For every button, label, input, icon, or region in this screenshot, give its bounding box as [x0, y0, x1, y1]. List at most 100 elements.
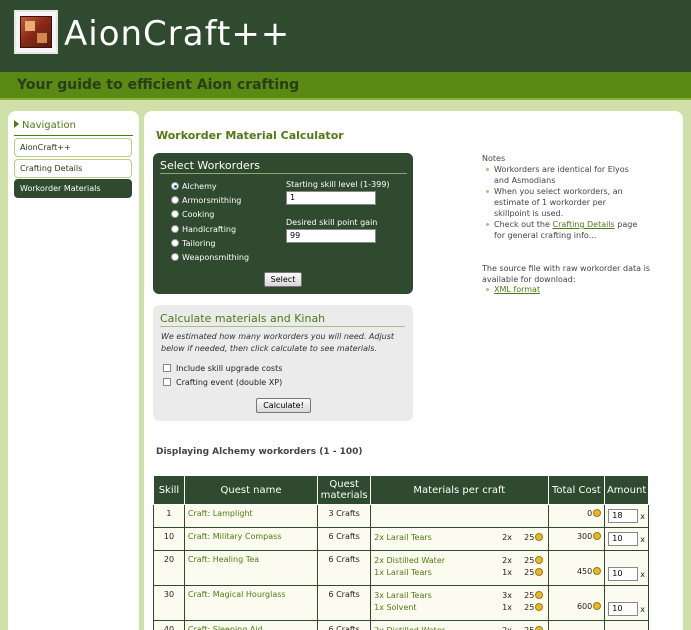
material-name[interactable]: 1x Solvent	[374, 603, 416, 612]
divider	[160, 326, 405, 327]
radio-icon[interactable]	[171, 253, 179, 261]
material-cost: 25	[524, 590, 544, 602]
sidebar-item-workorder-materials[interactable]: Workorder Materials	[14, 179, 132, 198]
checkbox-icon[interactable]	[163, 378, 171, 386]
material-line: 2x Distilled Water 2x 25	[374, 625, 544, 630]
material-name[interactable]: 2x Distilled Water	[374, 556, 445, 565]
material-cost: 25	[524, 567, 544, 579]
site-logo[interactable]	[14, 10, 58, 54]
skill-gain-label: Desired skill point gain	[286, 218, 378, 227]
material-line: 2x Larail Tears 2x 25	[374, 532, 544, 544]
skill-gain-input[interactable]: 99	[286, 229, 376, 243]
kinah-coin-icon	[593, 509, 602, 517]
table-caption: Displaying Alchemy workorders (1 - 100)	[156, 447, 363, 457]
checkbox-crafting-event[interactable]: Crafting event (double XP)	[163, 378, 282, 387]
workorder-table: Skill Quest name Quest materials Materia…	[153, 475, 649, 630]
radio-alchemy[interactable]: Alchemy	[171, 182, 217, 194]
cell-amount: 10x	[604, 620, 649, 630]
bullet-icon	[486, 223, 489, 226]
radio-weaponsmithing[interactable]: Weaponsmithing	[171, 253, 249, 265]
checkbox-skill-upgrade[interactable]: Include skill upgrade costs	[163, 364, 282, 373]
cell-skill: 30	[153, 585, 185, 621]
radio-tailoring[interactable]: Tailoring	[171, 239, 215, 251]
cell-skill: 10	[153, 527, 185, 551]
amount-suffix: x	[640, 511, 645, 521]
material-cost: 25	[524, 602, 544, 614]
table-row: 10 Craft: Military Compass 6 Crafts 2x Lara…	[153, 527, 649, 551]
cell-materials: 2x Larail Tears 2x 25	[370, 527, 549, 551]
cell-quest-materials: 6 Crafts	[317, 620, 372, 630]
quest-link[interactable]: Craft: Healing Tea	[188, 555, 259, 564]
quest-link[interactable]: Craft: Lamplight	[188, 509, 253, 518]
cell-skill: 1	[153, 504, 185, 528]
radio-icon[interactable]	[171, 225, 179, 233]
cell-quest-materials: 3 Crafts	[317, 504, 372, 528]
crafting-cube-icon	[20, 16, 52, 48]
radio-icon[interactable]	[171, 210, 179, 218]
radio-icon[interactable]	[171, 196, 179, 204]
bullet-icon	[486, 288, 489, 291]
material-qty: 2x	[502, 625, 512, 630]
amount-input[interactable]: 10	[608, 602, 639, 616]
radio-armorsmithing[interactable]: Armorsmithing	[171, 196, 241, 208]
cell-materials: 2x Distilled Water2x251x Scorpin Poison …	[370, 620, 549, 630]
quest-link[interactable]: Craft: Military Compass	[188, 532, 282, 541]
cell-materials: 2x Distilled Water 2x 25 1x Larail Tears 1x 2…	[370, 550, 549, 586]
cell-quest-materials: 6 Crafts	[317, 585, 372, 621]
cell-skill: 40	[153, 620, 185, 630]
note-item: Workorders are identical for Elyos and A…	[486, 164, 644, 186]
col-header-materials-per-craft: Materials per craft	[370, 475, 549, 505]
calculate-description: We estimated how many workorders you wil…	[161, 332, 395, 353]
sidebar-item-home[interactable]: AionCraft++	[14, 138, 132, 157]
starting-skill-input[interactable]: 1	[286, 191, 376, 205]
tagline-bar: Your guide to efficient Aion crafting	[0, 72, 691, 100]
cell-quest-name: Craft: Lamplight	[183, 504, 319, 528]
page-title: Workorder Material Calculator	[156, 129, 344, 142]
kinah-coin-icon	[593, 602, 602, 610]
cell-total-cost: 600	[547, 620, 606, 630]
radio-handicrafting[interactable]: Handicrafting	[171, 225, 236, 237]
bullet-icon	[486, 190, 489, 193]
source-text: The source file with raw workorder data …	[482, 264, 650, 284]
note-item: Check out the Crafting Details page for …	[486, 219, 644, 241]
material-line: 3x Larail Tears 3x 25	[374, 590, 544, 602]
sidebar-item-crafting-details[interactable]: Crafting Details	[14, 159, 132, 178]
cell-amount: 10x	[604, 527, 649, 551]
kinah-coin-icon	[535, 568, 544, 576]
cell-amount: 10x	[604, 585, 649, 621]
radio-selected-icon[interactable]	[171, 182, 179, 190]
navigation-heading: Navigation	[14, 120, 76, 131]
material-name[interactable]: 2x Distilled Water	[374, 626, 445, 630]
quest-link[interactable]: Craft: Sleeping Aid	[188, 625, 263, 630]
tagline: Your guide to efficient Aion crafting	[17, 77, 300, 93]
kinah-coin-icon	[593, 532, 602, 540]
material-name[interactable]: 1x Larail Tears	[374, 568, 432, 577]
material-line: 1x Solvent 1x 25	[374, 602, 544, 614]
amount-suffix: x	[640, 604, 645, 614]
quest-link[interactable]: Craft: Magical Hourglass	[188, 590, 286, 599]
amount-input[interactable]: 10	[608, 532, 639, 546]
cell-total-cost: 300	[547, 527, 606, 551]
material-name[interactable]: 3x Larail Tears	[374, 591, 432, 600]
crafting-details-link[interactable]: Crafting Details	[552, 220, 614, 229]
material-qty: 3x	[502, 591, 512, 600]
calculate-button[interactable]: Calculate!	[256, 398, 311, 413]
radio-icon[interactable]	[171, 239, 179, 247]
note-item: XML format	[486, 284, 644, 295]
select-button[interactable]: Select	[264, 272, 302, 287]
cell-quest-name: Craft: Magical Hourglass	[183, 585, 319, 621]
divider	[14, 135, 133, 136]
checkbox-icon[interactable]	[163, 364, 171, 372]
kinah-coin-icon	[535, 626, 544, 630]
material-name[interactable]: 2x Larail Tears	[374, 533, 432, 542]
cell-total-cost: 0	[547, 504, 606, 528]
amount-input[interactable]: 10	[608, 567, 639, 581]
amount-input[interactable]: 18	[608, 509, 639, 523]
site-title: AionCraft++	[64, 14, 291, 54]
col-header-skill: Skill	[153, 475, 185, 505]
kinah-coin-icon	[535, 556, 544, 564]
material-qty: 1x	[502, 568, 512, 577]
cell-quest-name: Craft: Healing Tea	[183, 550, 319, 586]
radio-cooking[interactable]: Cooking	[171, 210, 214, 222]
xml-format-link[interactable]: XML format	[494, 285, 540, 294]
